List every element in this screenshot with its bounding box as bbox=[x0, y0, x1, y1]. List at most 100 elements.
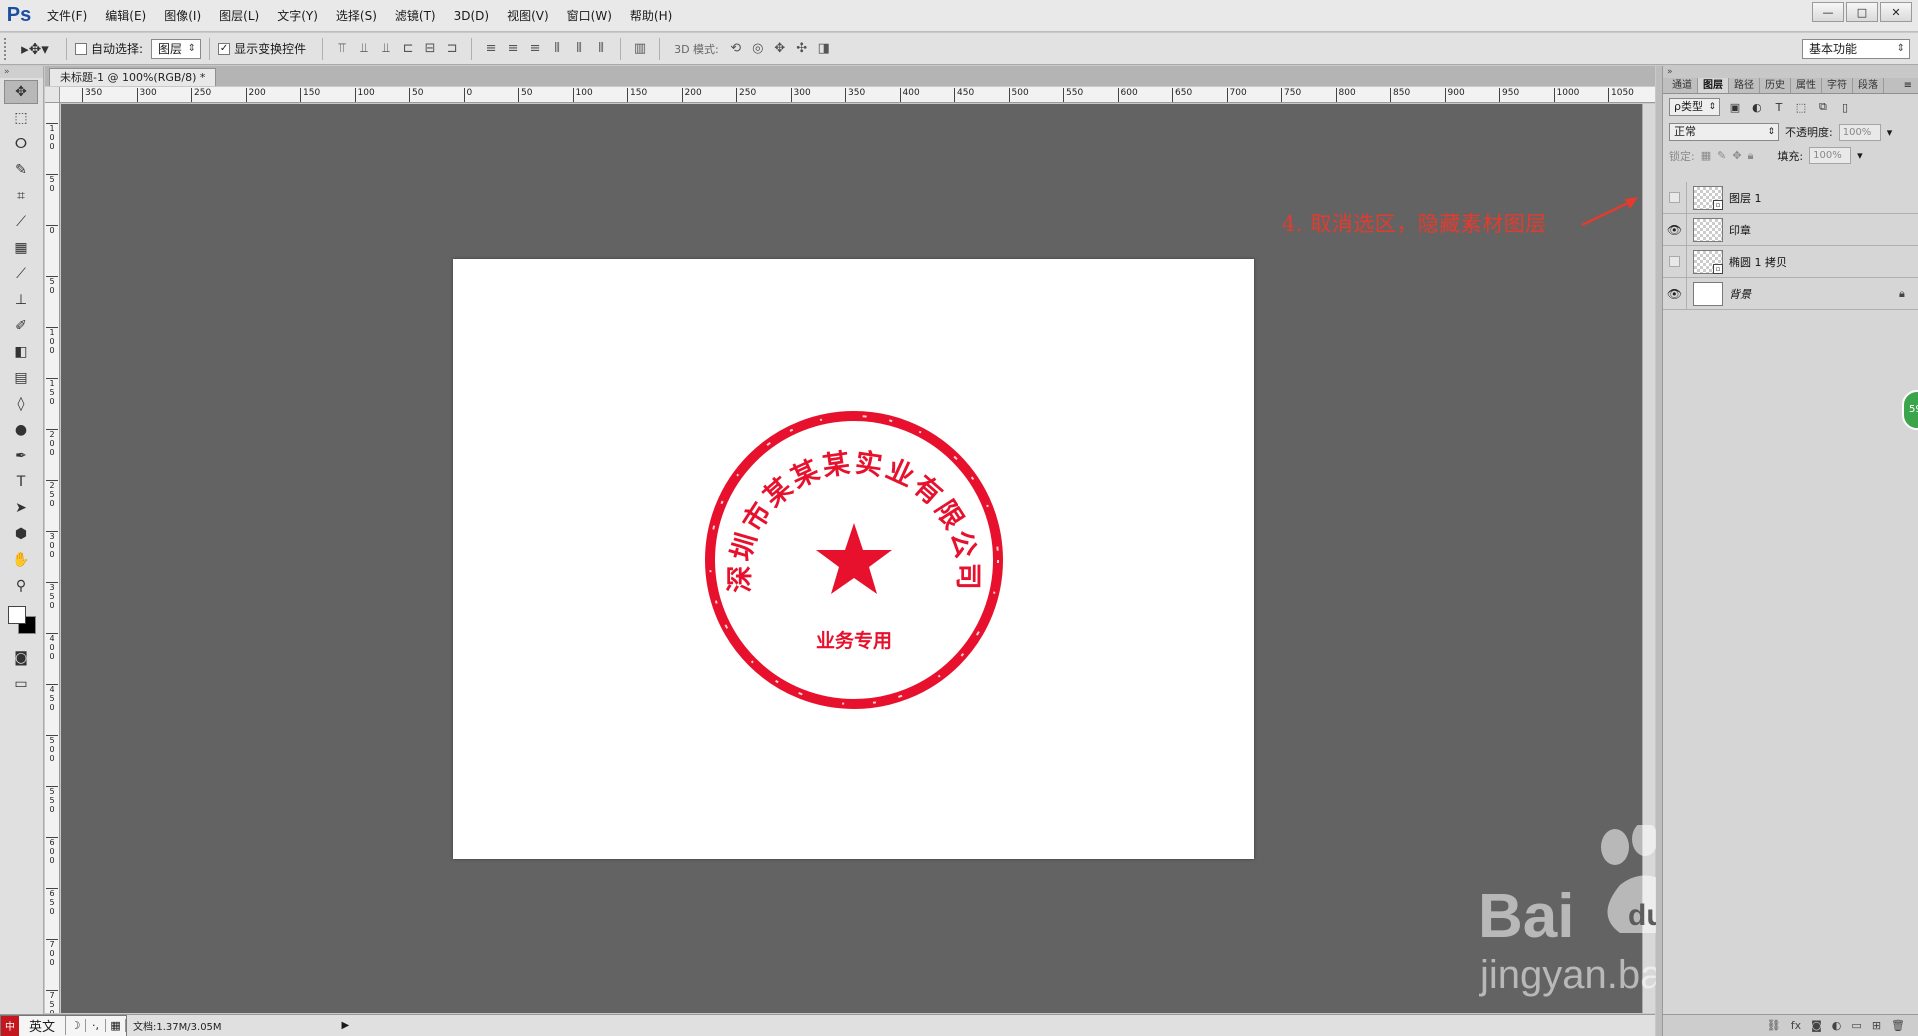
hand-tool-icon[interactable]: ✋ bbox=[4, 548, 38, 572]
ime-keyboard-icon[interactable]: ▦ bbox=[106, 1019, 127, 1032]
type-tool-icon[interactable]: T bbox=[4, 470, 38, 494]
layer-thumbnail[interactable] bbox=[1693, 281, 1723, 306]
pen-tool-icon[interactable]: ✒ bbox=[4, 444, 38, 468]
maximize-button[interactable]: □ bbox=[1846, 2, 1878, 22]
pan-3d-icon[interactable]: ✥ bbox=[769, 38, 791, 60]
align-vcenter-icon[interactable]: ⫫ bbox=[353, 38, 375, 60]
new-group-icon[interactable]: ▭ bbox=[1851, 1019, 1861, 1032]
brush-tool-icon[interactable]: ⟋ bbox=[4, 262, 38, 286]
align-left-icon[interactable]: ⊏ bbox=[397, 38, 419, 60]
ime-moon-icon[interactable]: ☽ bbox=[66, 1019, 87, 1032]
layer-thumbnail[interactable]: ▫ bbox=[1693, 185, 1723, 210]
dodge-tool-icon[interactable]: ● bbox=[4, 418, 38, 442]
layer-name[interactable]: 图层 1 bbox=[1729, 190, 1918, 206]
opacity-dropdown-icon[interactable]: ▾ bbox=[1887, 126, 1893, 139]
filter-adjustment-icon[interactable]: ◐ bbox=[1750, 100, 1764, 114]
menu-item[interactable]: 图层(L) bbox=[210, 0, 268, 32]
visibility-eye-icon[interactable]: 👁︎ bbox=[1663, 213, 1687, 246]
fill-input[interactable]: 100% bbox=[1809, 147, 1852, 164]
layer-row[interactable]: 👁︎ 印章 bbox=[1663, 213, 1918, 246]
menu-item[interactable]: 窗口(W) bbox=[558, 0, 621, 32]
new-layer-icon[interactable]: ⊞ bbox=[1872, 1019, 1881, 1032]
vertical-ruler[interactable]: 1 0 0 5 0 0 5 0 1 0 0 1 5 0 2 0 0 2 5 0 3 0 0 3 5… bbox=[45, 103, 60, 1013]
menu-item[interactable]: 编辑(E) bbox=[96, 0, 155, 32]
zoom-tool-icon[interactable]: ⚲ bbox=[4, 574, 38, 598]
menu-item[interactable]: 选择(S) bbox=[327, 0, 386, 32]
orbit-3d-icon[interactable]: ⟲ bbox=[725, 38, 747, 60]
visibility-off-icon[interactable] bbox=[1663, 181, 1687, 214]
menu-item[interactable]: 滤镜(T) bbox=[386, 0, 445, 32]
align-top-icon[interactable]: ⫪ bbox=[331, 38, 353, 60]
distribute-left-icon[interactable]: ⦀ bbox=[546, 38, 568, 60]
layer-thumbnail[interactable] bbox=[1693, 217, 1723, 242]
roll-3d-icon[interactable]: ◎ bbox=[747, 38, 769, 60]
panel-tab[interactable]: 历史 bbox=[1760, 78, 1791, 93]
lock-pixels-icon[interactable]: ✎ bbox=[1717, 149, 1726, 162]
panel-tab[interactable]: 段落 bbox=[1853, 78, 1884, 93]
align-hcenter-icon[interactable]: ⊟ bbox=[419, 38, 441, 60]
document-tab[interactable]: 未标题-1 @ 100%(RGB/8) * bbox=[49, 68, 217, 86]
blur-tool-icon[interactable]: ◊ bbox=[4, 392, 38, 416]
distribute-vcenter-icon[interactable]: ≡ bbox=[502, 38, 524, 60]
camera-3d-icon[interactable]: ◨ bbox=[813, 38, 835, 60]
toolbox-collapse-icon[interactable]: » bbox=[0, 66, 43, 78]
menu-item[interactable]: 文字(Y) bbox=[268, 0, 327, 32]
panel-tab[interactable]: 属性 bbox=[1791, 78, 1822, 93]
crop-tool-icon[interactable]: ⌗ bbox=[4, 184, 38, 208]
menu-item[interactable]: 3D(D) bbox=[445, 0, 498, 32]
layer-row[interactable]: ▫ 图层 1 bbox=[1663, 181, 1918, 214]
quick-select-tool-icon[interactable]: ✎ bbox=[4, 158, 38, 182]
eraser-tool-icon[interactable]: ◧ bbox=[4, 340, 38, 364]
add-mask-icon[interactable]: ◙ bbox=[1811, 1019, 1822, 1032]
delete-layer-icon[interactable]: 🗑︎ bbox=[1891, 1019, 1905, 1032]
blend-mode-select[interactable]: 正常 bbox=[1669, 123, 1779, 141]
history-brush-tool-icon[interactable]: ✐ bbox=[4, 314, 38, 338]
distribute-bottom-icon[interactable]: ≡ bbox=[524, 38, 546, 60]
menu-item[interactable]: 视图(V) bbox=[498, 0, 558, 32]
healing-brush-tool-icon[interactable]: ▦ bbox=[4, 236, 38, 260]
panel-menu-icon[interactable]: ≡ bbox=[1904, 78, 1918, 93]
ruler-corner[interactable] bbox=[45, 87, 60, 103]
close-button[interactable]: ✕ bbox=[1880, 2, 1912, 22]
panel-tab[interactable]: 字符 bbox=[1822, 78, 1853, 93]
show-transform-checkbox[interactable]: ✓ bbox=[218, 42, 231, 55]
lock-transparent-icon[interactable]: ▦ bbox=[1701, 149, 1711, 162]
menu-item[interactable]: 文件(F) bbox=[38, 0, 96, 32]
quick-mask-icon[interactable]: ◙ bbox=[4, 646, 38, 670]
options-grip[interactable] bbox=[4, 37, 12, 60]
layer-style-icon[interactable]: fx bbox=[1791, 1019, 1801, 1032]
panel-tab[interactable]: 图层 bbox=[1698, 78, 1729, 93]
minimize-button[interactable]: — bbox=[1812, 2, 1844, 22]
align-bottom-icon[interactable]: ⫫ bbox=[375, 38, 397, 60]
link-layers-icon[interactable]: ⛓ bbox=[1767, 1019, 1781, 1032]
distribute-hcenter-icon[interactable]: ⦀ bbox=[568, 38, 590, 60]
shape-tool-icon[interactable]: ⬢ bbox=[4, 522, 38, 546]
marquee-tool-icon[interactable]: ⬚ bbox=[4, 106, 38, 130]
auto-select-checkbox[interactable] bbox=[75, 42, 87, 55]
layer-row[interactable]: 👁︎ 背景 🔒︎ bbox=[1663, 277, 1918, 310]
lock-position-icon[interactable]: ✥ bbox=[1732, 149, 1741, 162]
filter-pixel-icon[interactable]: ▣ bbox=[1728, 100, 1742, 114]
visibility-off-icon[interactable] bbox=[1663, 245, 1687, 278]
opacity-input[interactable]: 100% bbox=[1838, 123, 1881, 141]
layer-thumbnail[interactable]: ▫ bbox=[1693, 249, 1723, 274]
panel-tab[interactable]: 通道 bbox=[1667, 78, 1698, 93]
layer-name[interactable]: 背景 bbox=[1729, 286, 1899, 302]
move-tool-icon[interactable]: ✥ bbox=[4, 80, 38, 104]
adjustment-layer-icon[interactable]: ◐ bbox=[1832, 1019, 1842, 1032]
distribute-top-icon[interactable]: ≡ bbox=[480, 38, 502, 60]
move-tool-preset-icon[interactable]: ▸✥▾ bbox=[12, 36, 58, 62]
auto-align-icon[interactable]: ▥ bbox=[629, 38, 651, 60]
ime-toolbar[interactable]: 中 英文 ☽ ·, ▦ bbox=[0, 1014, 128, 1036]
filter-smart-object-icon[interactable]: ⧉ bbox=[1816, 100, 1830, 114]
visibility-eye-icon[interactable]: 👁︎ bbox=[1663, 277, 1687, 310]
slide-3d-icon[interactable]: ✣ bbox=[791, 38, 813, 60]
layer-row[interactable]: ▫ 椭圆 1 拷贝 bbox=[1663, 245, 1918, 278]
workspace-select[interactable]: 基本功能 bbox=[1802, 39, 1910, 59]
gradient-tool-icon[interactable]: ▤ bbox=[4, 366, 38, 390]
filter-toggle-icon[interactable]: ▯ bbox=[1838, 100, 1852, 114]
path-select-tool-icon[interactable]: ➤ bbox=[4, 496, 38, 520]
layer-name[interactable]: 印章 bbox=[1729, 222, 1918, 238]
screen-mode-icon[interactable]: ▭ bbox=[4, 672, 38, 696]
eyedropper-tool-icon[interactable]: ⟋ bbox=[4, 210, 38, 234]
